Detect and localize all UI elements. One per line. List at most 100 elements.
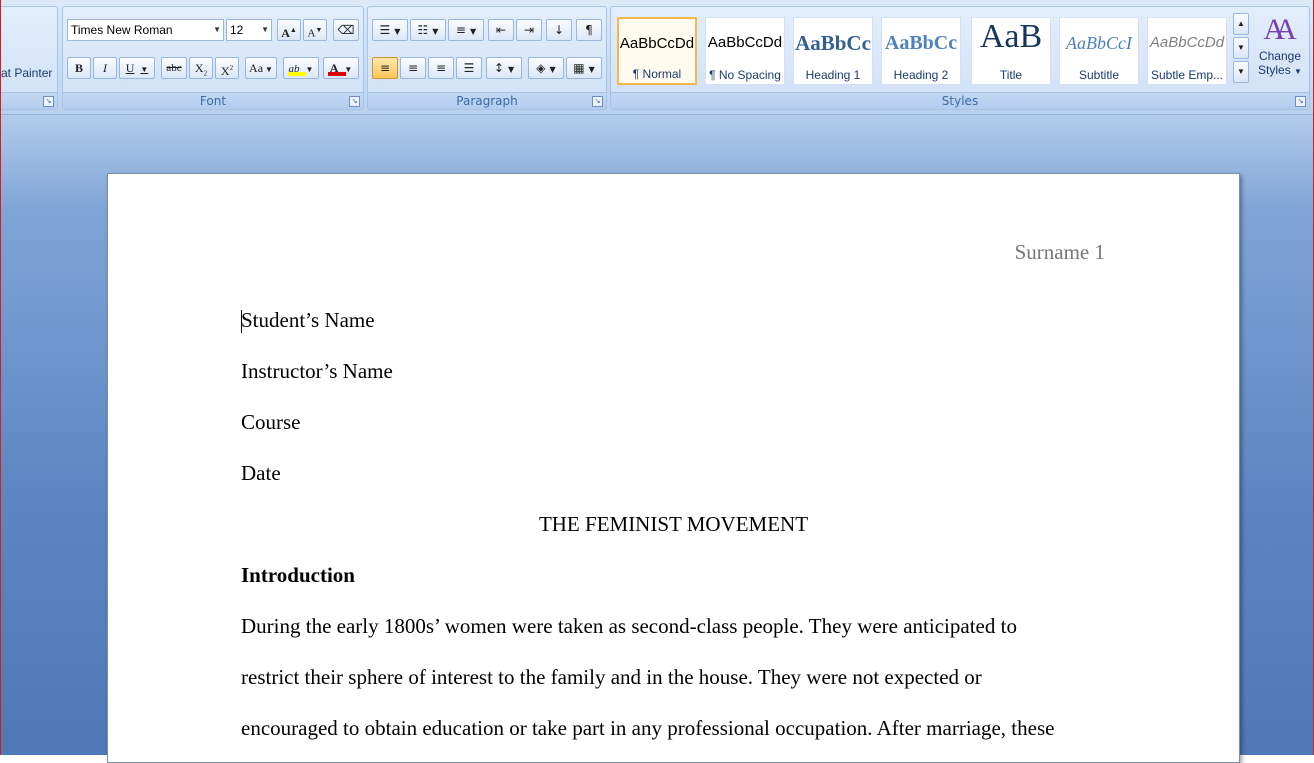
font-size-combobox[interactable]: 12 ▼ — [226, 19, 272, 41]
style-subtle-emphasis[interactable]: AaBbCcDd Subtle Emp... — [1147, 17, 1227, 85]
borders-icon: ▦ — [573, 61, 585, 75]
style-name: Title — [999, 68, 1023, 82]
style-title[interactable]: AaB Title — [971, 17, 1051, 85]
bold-button[interactable]: B — [67, 57, 91, 79]
paragraph-group-label: Paragraph — [368, 92, 606, 109]
align-right-icon: ≡ — [435, 61, 447, 75]
style-heading-1[interactable]: AaBbCc Heading 1 — [793, 17, 873, 85]
numbering-button[interactable]: ☷ ▼ — [410, 19, 446, 41]
style-sample: AaBbCc — [795, 31, 871, 55]
bullets-button[interactable]: ☰ ▼ — [372, 19, 408, 41]
style-name: ¶ Normal — [632, 67, 682, 81]
change-styles-button[interactable]: AA Change Styles ▼ — [1253, 11, 1307, 89]
shrink-font-button[interactable]: A▼ — [303, 19, 327, 41]
font-group-label: Font — [63, 92, 363, 109]
document-title[interactable]: THE FEMINIST MOVEMENT — [108, 512, 1239, 537]
body-line[interactable]: encouraged to obtain education or take p… — [241, 716, 1054, 741]
chevron-up-icon: ▲ — [1237, 19, 1245, 28]
font-name-value: Times New Roman — [71, 23, 173, 37]
highlight-button[interactable]: ab ▼ — [283, 57, 319, 79]
align-left-button[interactable]: ≡ — [372, 57, 398, 79]
page-header[interactable]: Surname 1 — [1015, 240, 1105, 265]
strikethrough-button[interactable]: abc — [161, 57, 187, 79]
numbering-icon: ☷ — [417, 23, 429, 37]
document-page[interactable]: Surname 1 Student’s Name Instructor’s Na… — [107, 173, 1240, 763]
section-heading[interactable]: Introduction — [241, 563, 355, 588]
italic-icon: I — [103, 61, 107, 75]
strikethrough-icon: abc — [166, 62, 182, 74]
change-styles-label-line2: Styles — [1258, 63, 1291, 77]
highlight-color-swatch — [288, 72, 306, 76]
justify-button[interactable]: ☰ — [456, 57, 482, 79]
grow-font-button[interactable]: A▲ — [277, 19, 301, 41]
paragraph-dialog-launcher-icon[interactable]: ↘ — [592, 96, 603, 107]
change-case-icon: Aa — [249, 61, 264, 75]
clipboard-group: at Painter ↘ — [0, 6, 58, 110]
chevron-down-icon: ▼ — [1294, 67, 1302, 76]
paint-bucket-icon: ◈ — [536, 61, 546, 75]
subscript-icon: X — [194, 61, 204, 75]
style-name: Subtle Emp... — [1150, 68, 1224, 82]
style-no-spacing[interactable]: AaBbCcDd ¶ No Spacing — [705, 17, 785, 85]
ribbon: at Painter ↘ Times New Roman ▼ 12 ▼ A▲ A… — [0, 0, 1314, 115]
bullets-icon: ☰ — [379, 23, 391, 37]
styles-scroll-up-button[interactable]: ▲ — [1233, 13, 1249, 35]
style-sample: AaBbCcDd — [619, 35, 695, 52]
increase-indent-button[interactable]: ⇥ — [516, 19, 542, 41]
line-spacing-button[interactable]: ↕ ▼ — [486, 57, 522, 79]
date-line[interactable]: Date — [241, 461, 281, 486]
font-color-swatch — [328, 72, 346, 76]
subscript-button[interactable]: X2 — [189, 57, 213, 79]
course-line[interactable]: Course — [241, 410, 301, 435]
borders-button[interactable]: ▦ ▼ — [566, 57, 602, 79]
body-line[interactable]: restrict their sphere of interest to the… — [241, 665, 982, 690]
font-color-button[interactable]: A ▼ — [323, 57, 359, 79]
student-name-line[interactable]: Student’s Name — [241, 308, 375, 333]
underline-button[interactable]: U ▼ — [119, 57, 155, 79]
instructor-name-line[interactable]: Instructor’s Name — [241, 359, 393, 384]
decrease-indent-icon: ⇤ — [495, 23, 507, 37]
style-sample: AaBbCcI — [1066, 33, 1132, 53]
pilcrow-icon: ¶ — [585, 23, 593, 37]
chevron-down-icon[interactable]: ▼ — [261, 20, 269, 40]
style-name: Heading 1 — [805, 68, 861, 82]
font-name-combobox[interactable]: Times New Roman ▼ — [67, 19, 224, 41]
more-icon: ▼ — [1237, 67, 1245, 76]
format-painter-button[interactable]: at Painter — [0, 65, 55, 83]
styles-scroll-down-button[interactable]: ▼ — [1233, 37, 1249, 59]
bold-icon: B — [74, 61, 83, 75]
decrease-indent-button[interactable]: ⇤ — [488, 19, 514, 41]
change-case-button[interactable]: Aa ▼ — [245, 57, 277, 79]
style-sample: AaBbCcDd — [1149, 34, 1225, 51]
sort-button[interactable]: ↓ — [546, 19, 572, 41]
chevron-down-icon: ▼ — [1237, 43, 1245, 52]
show-formatting-marks-button[interactable]: ¶ — [576, 19, 602, 41]
style-sample: AaB — [979, 20, 1043, 54]
eraser-icon: ⌫ — [337, 23, 355, 37]
window-border-left — [0, 0, 1, 755]
grow-font-icon: A — [281, 26, 290, 40]
style-heading-2[interactable]: AaBbCc Heading 2 — [881, 17, 961, 85]
style-subtitle[interactable]: AaBbCcI Subtitle — [1059, 17, 1139, 85]
body-line[interactable]: During the early 1800s’ women were taken… — [241, 614, 1017, 639]
multilevel-list-button[interactable]: ≡ ▼ — [448, 19, 484, 41]
style-normal[interactable]: AaBbCcDd ¶ Normal — [617, 17, 697, 85]
shading-button[interactable]: ◈ ▼ — [528, 57, 564, 79]
font-dialog-launcher-icon[interactable]: ↘ — [349, 96, 360, 107]
italic-button[interactable]: I — [93, 57, 117, 79]
clipboard-dialog-launcher-icon[interactable]: ↘ — [43, 96, 54, 107]
align-left-icon: ≡ — [379, 61, 391, 75]
format-painter-label: at Painter — [1, 66, 53, 80]
line-spacing-icon: ↕ — [493, 61, 504, 75]
paragraph-group: ☰ ▼ ☷ ▼ ≡ ▼ ⇤ ⇥ ↓ ¶ ≡ ≡ ≡ ☰ ↕ ▼ ◈ ▼ ▦ ▼ Paragr… — [367, 6, 607, 110]
justify-icon: ☰ — [463, 61, 475, 75]
styles-more-button[interactable]: ▼ — [1233, 61, 1249, 83]
change-styles-label-line1: Change — [1258, 49, 1302, 63]
align-center-button[interactable]: ≡ — [400, 57, 426, 79]
increase-indent-icon: ⇥ — [523, 23, 535, 37]
styles-dialog-launcher-icon[interactable]: ↘ — [1295, 96, 1306, 107]
chevron-down-icon[interactable]: ▼ — [213, 20, 221, 40]
clear-formatting-button[interactable]: ⌫ — [333, 19, 359, 41]
align-right-button[interactable]: ≡ — [428, 57, 454, 79]
superscript-button[interactable]: X2 — [215, 57, 239, 79]
